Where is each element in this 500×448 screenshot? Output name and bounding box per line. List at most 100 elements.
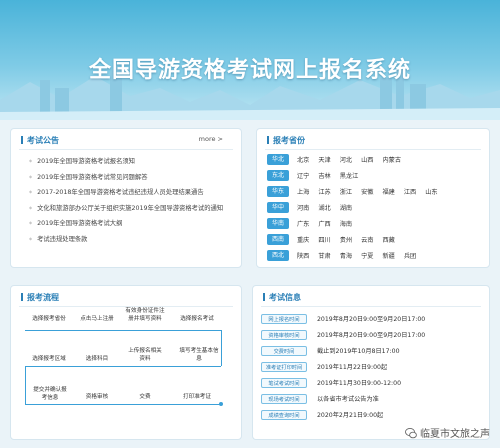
province-link[interactable]: 上海 — [297, 187, 309, 196]
flow-step: 有效身份证件注 册并填写资料 — [125, 308, 165, 322]
notice-item[interactable]: 2019年全国导游资格考试报名须知 — [29, 153, 231, 169]
province-link[interactable]: 吉林 — [318, 171, 330, 180]
province-link[interactable]: 浙江 — [340, 187, 352, 196]
schedule-value: 截止到2019年10月8日17:00 — [317, 348, 400, 355]
notice-item[interactable]: 2017-2018年全国导游资格考试违纪违规人员处理结果通告 — [29, 184, 231, 200]
wechat-account-watermark: 临夏市文旅之声 — [405, 425, 490, 440]
schedule-tag: 准考证打印时间 — [261, 361, 307, 372]
account-name: 临夏市文旅之声 — [420, 429, 490, 440]
province-link[interactable]: 山东 — [425, 187, 437, 196]
flow-connector — [25, 366, 221, 367]
more-link[interactable]: more > — [199, 135, 223, 143]
region-tag: 西南 — [267, 234, 289, 245]
schedule-row: 笔试考试时间 2019年11月30日9:00-12:00 — [261, 376, 401, 389]
flow-step: 资格审核 — [85, 394, 109, 400]
province-link[interactable]: 广西 — [318, 219, 330, 228]
province-link[interactable]: 福建 — [383, 187, 395, 196]
schedule-title: 考试信息 — [263, 292, 301, 303]
region-tag: 东北 — [267, 170, 289, 181]
region-tag: 西北 — [267, 250, 289, 261]
province-link[interactable]: 安徽 — [361, 187, 373, 196]
schedule-row: 网上报名时间 2019年8月20日9:00至9月20日17:00 — [261, 312, 425, 325]
province-link[interactable]: 内蒙古 — [383, 155, 402, 164]
province-link[interactable]: 天津 — [318, 155, 330, 164]
schedule-row: 资格审核时间 2019年8月20日9:00至9月20日17:00 — [261, 328, 425, 341]
flow-connector — [25, 404, 221, 405]
divider — [19, 306, 233, 307]
schedule-tag: 笔试考试时间 — [261, 377, 307, 388]
flow-step: 打印准考证 — [183, 394, 211, 400]
province-link[interactable]: 陕西 — [297, 251, 309, 260]
province-link[interactable]: 甘肃 — [318, 251, 330, 260]
province-link[interactable]: 广东 — [297, 219, 309, 228]
divider — [19, 149, 233, 150]
notice-item[interactable]: 2019年全国导游资格考试大纲 — [29, 215, 231, 231]
region-row-huazhong: 华中 河南 湖北 湖南 — [267, 201, 361, 214]
region-tag: 华中 — [267, 202, 289, 213]
province-link[interactable]: 山西 — [361, 155, 373, 164]
flow-panel: 报考流程 选择报考省份 点击马上注册 有效身份证件注 册并填写资料 选择报名考试… — [10, 285, 242, 440]
header-banner: 全国导游资格考试网上报名系统 — [0, 0, 500, 120]
schedule-value: 2020年2月21日9:00起 — [317, 412, 384, 419]
province-link[interactable]: 河南 — [297, 203, 309, 212]
flow-connector — [25, 330, 221, 331]
flow-end-dot — [219, 402, 223, 406]
provinces-title: 报考省份 — [267, 135, 305, 146]
province-link[interactable]: 云南 — [361, 235, 373, 244]
province-link[interactable]: 贵州 — [340, 235, 352, 244]
schedule-panel: 考试信息 网上报名时间 2019年8月20日9:00至9月20日17:00 资格… — [252, 285, 490, 440]
wechat-icon — [405, 427, 417, 438]
region-row-xibei: 西北 陕西 甘肃 青海 宁夏 新疆 兵团 — [267, 249, 425, 262]
province-link[interactable]: 江苏 — [318, 187, 330, 196]
notices-title: 考试公告 — [21, 135, 59, 146]
province-link[interactable]: 湖南 — [340, 203, 352, 212]
notice-item[interactable]: 考试违规处理条款 — [29, 231, 231, 247]
schedule-tag: 成绩查询时间 — [261, 409, 307, 420]
province-link[interactable]: 四川 — [318, 235, 330, 244]
province-link[interactable]: 宁夏 — [361, 251, 373, 260]
schedule-tag: 资格审核时间 — [261, 329, 307, 340]
flow-step: 提交并确认报 考信息 — [33, 387, 67, 401]
flow-step: 填写考生基本信 息 — [179, 348, 219, 362]
schedule-row: 成绩查询时间 2020年2月21日9:00起 — [261, 408, 383, 421]
flow-step: 选择科目 — [85, 356, 109, 362]
schedule-value: 2019年8月20日9:00至9月20日17:00 — [317, 316, 426, 323]
flow-step: 交费 — [139, 394, 151, 400]
province-link[interactable]: 青海 — [340, 251, 352, 260]
schedule-tag: 现场考试时间 — [261, 393, 307, 404]
province-link[interactable]: 重庆 — [297, 235, 309, 244]
province-link[interactable]: 湖北 — [318, 203, 330, 212]
region-row-huabei: 华北 北京 天津 河北 山西 内蒙古 — [267, 153, 410, 166]
notices-panel: 考试公告 more > 2019年全国导游资格考试报名须知 2019年全国导游资… — [10, 128, 242, 268]
region-row-huanan: 华南 广东 广西 海南 — [267, 217, 361, 230]
region-row-dongbei: 东北 辽宁 吉林 黑龙江 — [267, 169, 367, 182]
province-link[interactable]: 河北 — [340, 155, 352, 164]
schedule-tag: 交费时间 — [261, 345, 307, 356]
province-link[interactable]: 北京 — [297, 155, 309, 164]
region-tag: 华东 — [267, 186, 289, 197]
divider — [265, 149, 481, 150]
flow-title: 报考流程 — [21, 292, 59, 303]
region-row-huadong: 华东 上海 江苏 浙江 安徽 福建 江西 山东 — [267, 185, 447, 198]
province-link[interactable]: 海南 — [340, 219, 352, 228]
province-link[interactable]: 兵团 — [404, 251, 416, 260]
province-link[interactable]: 新疆 — [383, 251, 395, 260]
province-link[interactable]: 西藏 — [383, 235, 395, 244]
province-link[interactable]: 江西 — [404, 187, 416, 196]
schedule-tag: 网上报名时间 — [261, 313, 307, 324]
notice-item[interactable]: 2019年全国导游资格考试常见问题解答 — [29, 169, 231, 185]
province-link[interactable]: 黑龙江 — [340, 171, 359, 180]
province-link[interactable]: 辽宁 — [297, 171, 309, 180]
notice-list: 2019年全国导游资格考试报名须知 2019年全国导游资格考试常见问题解答 20… — [29, 153, 231, 246]
region-row-xinan: 西南 重庆 四川 贵州 云南 西藏 — [267, 233, 404, 246]
region-tag: 华北 — [267, 154, 289, 165]
provinces-panel: 报考省份 华北 北京 天津 河北 山西 内蒙古 东北 辽宁 吉林 黑龙江 华东 … — [256, 128, 490, 268]
schedule-value: 2019年8月20日9:00至9月20日17:00 — [317, 332, 426, 339]
schedule-value: 以各省市考试公告为准 — [317, 396, 379, 403]
schedule-row: 交费时间 截止到2019年10月8日17:00 — [261, 344, 400, 357]
site-title: 全国导游资格考试网上报名系统 — [88, 58, 411, 83]
flow-step: 选择报名考试 — [180, 316, 214, 322]
schedule-row: 准考证打印时间 2019年11月22日9:00起 — [261, 360, 387, 373]
notice-item[interactable]: 文化和旅游部办公厅关于组织实施2019年全国导游资格考试的通知 — [29, 200, 231, 216]
schedule-row: 现场考试时间 以各省市考试公告为准 — [261, 392, 379, 405]
